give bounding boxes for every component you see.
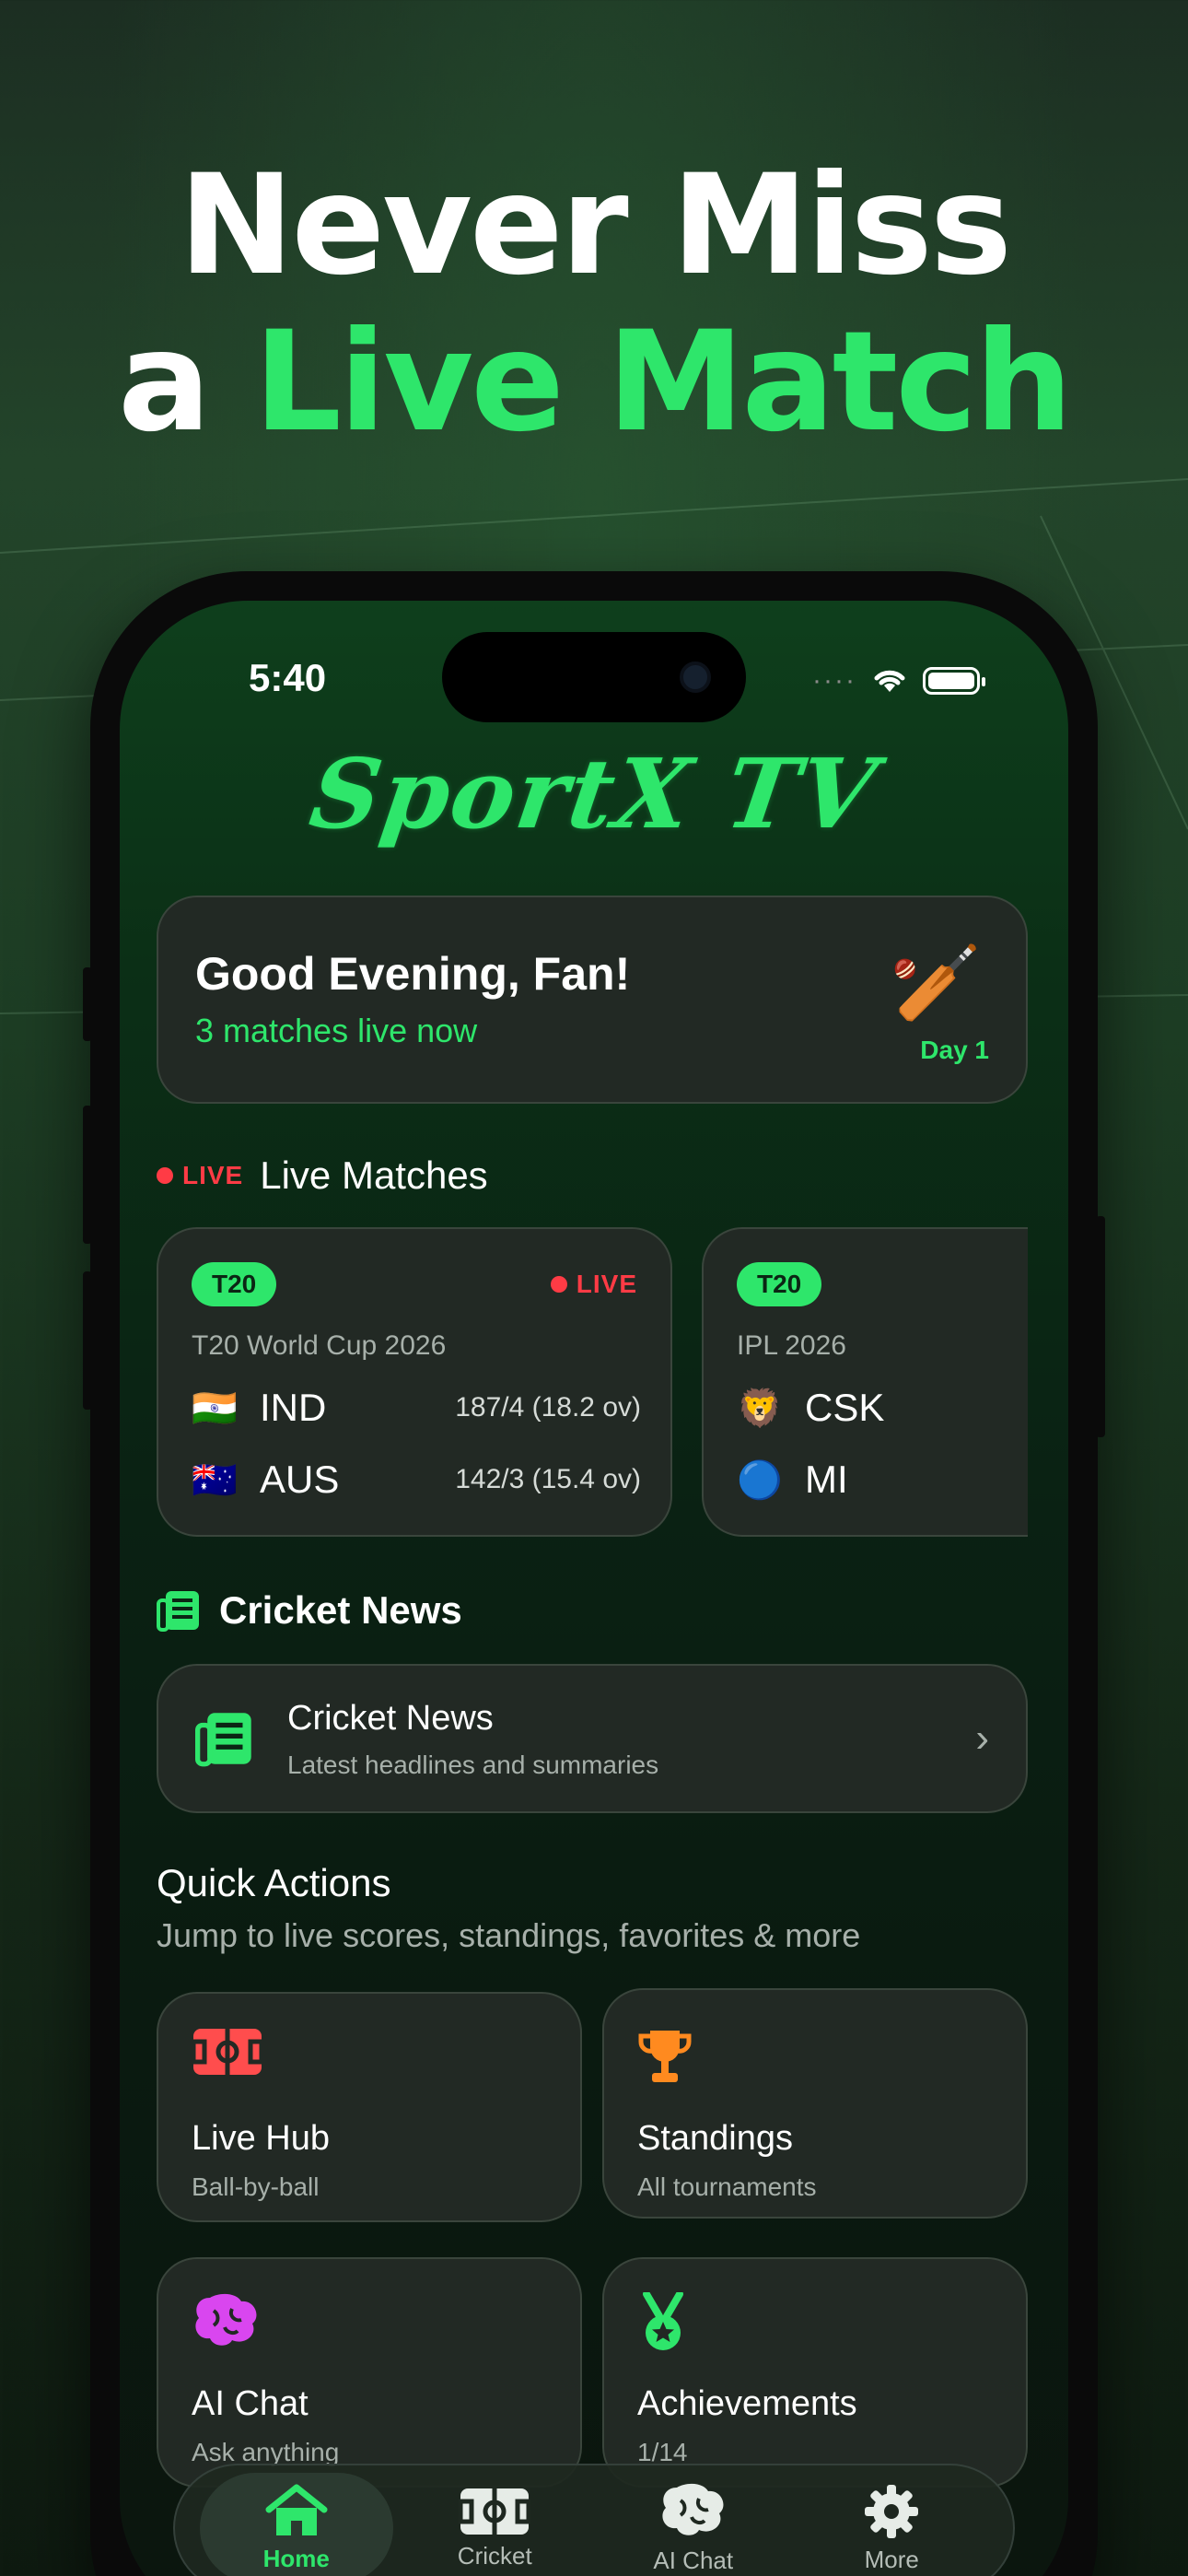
phone-volume-up xyxy=(83,1106,92,1244)
live-dot-icon xyxy=(550,1276,567,1293)
match-status: LIVE xyxy=(576,1270,637,1298)
dynamic-island xyxy=(442,632,746,722)
medal-icon xyxy=(643,2292,683,2350)
tab-label: Home xyxy=(262,2544,330,2572)
tile-subtitle: All tournaments xyxy=(637,2172,817,2201)
battery-icon xyxy=(923,667,985,695)
live-matches-header: LIVE Live Matches xyxy=(157,1153,488,1198)
tab-home[interactable]: Home xyxy=(199,2473,393,2576)
signal-icon: ···· xyxy=(812,665,856,696)
team-row: 🇮🇳 IND 187/4 (18.2 ov) xyxy=(192,1386,641,1430)
home-icon xyxy=(265,2484,328,2535)
camera-icon xyxy=(680,662,711,693)
tab-label: Cricket xyxy=(457,2541,532,2570)
team-score: 187/4 (18.2 ov) xyxy=(455,1392,641,1423)
team-name: MI xyxy=(805,1458,848,1501)
newspaper-icon xyxy=(195,1713,251,1767)
australia-flag-icon: 🇦🇺 xyxy=(192,1459,238,1501)
standings-tile[interactable]: Standings All tournaments xyxy=(602,1988,1028,2219)
team-name: AUS xyxy=(260,1458,340,1501)
brain-icon xyxy=(195,2293,257,2346)
live-indicator: LIVE xyxy=(550,1270,637,1299)
section-title: Live Matches xyxy=(260,1153,488,1197)
lion-icon: 🦁 xyxy=(737,1388,783,1429)
match-card[interactable]: T20 IPL 2026 🦁 CSK 205 🔵 MI 98 xyxy=(702,1227,1028,1537)
gear-icon xyxy=(865,2484,919,2538)
status-time: 5:40 xyxy=(249,656,327,699)
ai-chat-tile[interactable]: AI Chat Ask anything xyxy=(157,2257,582,2488)
tile-title: Achievements xyxy=(637,2384,857,2423)
brain-icon xyxy=(662,2483,724,2535)
tile-title: Live Hub xyxy=(192,2119,330,2158)
team-name: CSK xyxy=(805,1386,885,1429)
stadium-icon xyxy=(192,2029,263,2075)
chevron-right-icon: › xyxy=(975,1715,989,1761)
greeting-card[interactable]: Good Evening, Fan! 3 matches live now 🏏 … xyxy=(157,896,1028,1104)
headline-prefix: a xyxy=(117,302,254,463)
news-card-subtitle: Latest headlines and summaries xyxy=(287,1751,659,1779)
live-indicator: LIVE xyxy=(157,1161,243,1190)
team-name: IND xyxy=(260,1386,327,1429)
blue-circle-icon: 🔵 xyxy=(737,1459,783,1501)
tile-subtitle: Ball-by-ball xyxy=(192,2172,320,2201)
cricket-bat-icon: 🏏 xyxy=(890,942,982,1024)
live-hub-tile[interactable]: Live Hub Ball-by-ball xyxy=(157,1992,582,2222)
greeting-subtitle: 3 matches live now xyxy=(195,1012,478,1049)
team-row: 🔵 MI 98 xyxy=(737,1458,1028,1502)
stadium-icon xyxy=(459,2488,531,2535)
team-score: 142/3 (15.4 ov) xyxy=(455,1464,641,1494)
news-card[interactable]: Cricket News Latest headlines and summar… xyxy=(157,1664,1028,1813)
phone-volume-down xyxy=(83,1271,92,1410)
tab-label: More xyxy=(864,2545,919,2573)
phone-action-button xyxy=(83,967,92,1041)
wifi-icon xyxy=(874,670,905,692)
tile-title: AI Chat xyxy=(192,2384,309,2423)
team-row: 🦁 CSK 205 xyxy=(737,1386,1028,1430)
trophy-icon xyxy=(638,2031,692,2082)
tournament-name: T20 World Cup 2026 xyxy=(192,1330,447,1361)
tournament-name: IPL 2026 xyxy=(737,1330,846,1361)
streak-day: Day 1 xyxy=(920,1036,989,1064)
app-logo: SportX TV xyxy=(303,737,885,850)
marketing-headline: Never Miss a Live Match xyxy=(0,147,1188,461)
match-card[interactable]: T20 LIVE T20 World Cup 2026 🇮🇳 IND 187/4… xyxy=(157,1227,672,1537)
news-section-header: Cricket News xyxy=(157,1588,462,1633)
section-title: Cricket News xyxy=(219,1588,462,1632)
tab-cricket[interactable]: Cricket xyxy=(398,2473,591,2576)
live-dot-icon xyxy=(157,1167,173,1184)
format-badge: T20 xyxy=(192,1262,277,1306)
phone-power-button xyxy=(1096,1216,1105,1437)
tab-label: AI Chat xyxy=(653,2546,734,2574)
tab-bar: Home Cricket AI Chat More xyxy=(173,2464,1015,2576)
tab-more[interactable]: More xyxy=(795,2473,988,2576)
tile-title: Standings xyxy=(637,2119,794,2158)
india-flag-icon: 🇮🇳 xyxy=(192,1388,238,1429)
status-icons: ···· xyxy=(812,665,985,697)
format-badge: T20 xyxy=(737,1262,822,1306)
phone-screen: 5:40 ···· SportX TV Good Evening, Fan! 3… xyxy=(120,601,1068,2576)
newspaper-icon xyxy=(157,1591,199,1632)
headline-line-1: Never Miss xyxy=(178,146,1012,306)
headline-line-2: a Live Match xyxy=(0,304,1188,461)
news-card-title: Cricket News xyxy=(287,1699,494,1738)
live-tag-label: LIVE xyxy=(182,1161,244,1189)
team-row: 🇦🇺 AUS 142/3 (15.4 ov) xyxy=(192,1458,641,1502)
headline-accent: Live Match xyxy=(253,302,1073,463)
tab-ai-chat[interactable]: AI Chat xyxy=(597,2473,790,2576)
greeting-title: Good Evening, Fan! xyxy=(195,948,631,1000)
quick-actions-subtitle: Jump to live scores, standings, favorite… xyxy=(157,1916,861,1954)
quick-actions-title: Quick Actions xyxy=(157,1861,391,1904)
achievements-tile[interactable]: Achievements 1/14 xyxy=(602,2257,1028,2488)
